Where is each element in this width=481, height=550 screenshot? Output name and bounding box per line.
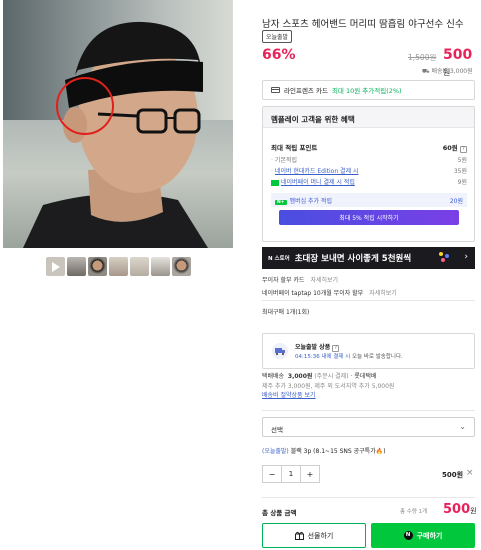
banner-text: 초대장 보내면 사이좋게 5천원씩: [294, 254, 412, 264]
gift-button[interactable]: 선물하기: [262, 523, 366, 548]
selected-option: (오늘출발) 블랙 3p (8.1~15 SNS 공구특가🔥): [262, 446, 386, 455]
delivery-fee: 3,000원: [287, 373, 313, 380]
benefit-header: 멤플레이 고객을 위한 혜택: [263, 107, 474, 128]
help-icon[interactable]: ?: [460, 146, 467, 153]
option-prefix: (오늘출발): [262, 448, 289, 455]
card-benefit-text: 라인프렌즈 카드: [284, 87, 328, 95]
chevron-down-icon: ⌄: [459, 422, 466, 431]
membership-value: 20원: [449, 197, 463, 205]
store-invite-banner[interactable]: N 스토어 초대장 보내면 사이좋게 5천원씩 ›: [262, 247, 475, 269]
nstore-logo: N 스토어: [268, 256, 290, 262]
option-select-value: 선택: [271, 426, 283, 434]
delivery-label: 택배배송: [262, 373, 285, 380]
benefit-row: 네이버페이 머니 결제 시 적립 9원: [271, 177, 467, 186]
model-illustration: [23, 21, 208, 248]
installment-card-row: 무이자 할부 카드 자세히보기: [262, 275, 338, 284]
option-suffix: ): [383, 448, 386, 455]
product-main-image[interactable]: [3, 0, 233, 248]
today-ship-box: 오늘출발 상품 ? 04:15:36 내에 결제 시 오늘 바로 발송합니다.: [262, 333, 475, 369]
today-ship-desc: 04:15:36 내에 결제 시 오늘 바로 발송합니다.: [295, 354, 403, 360]
thumbnail-image[interactable]: [151, 257, 170, 276]
gift-label: 선물하기: [307, 531, 334, 540]
quantity-input[interactable]: 1: [281, 466, 301, 482]
benefit-row-value: 5원: [457, 157, 467, 164]
naverpay-n-icon: N: [403, 531, 413, 540]
membership-tag: N+: [275, 199, 287, 205]
card-benefit-highlight: 최대 10원 추가적립(2%): [331, 87, 402, 95]
more-link[interactable]: 자세히보기: [369, 290, 397, 297]
thumbnail-image[interactable]: [67, 257, 86, 276]
quantity-minus-button[interactable]: −: [263, 470, 281, 479]
delivery-extra: 제주 추가 3,000원, 제주 외 도서지역 추가 5,000원: [262, 382, 395, 390]
membership-label: 멤버십 추가 적립: [289, 197, 333, 205]
delivery-info: 택배배송 3,000원 (주문시 결제) · 롯데택배 제주 추가 3,000원…: [262, 373, 395, 401]
truck-icon: [272, 343, 288, 359]
card-benefit-bar[interactable]: 라인프렌즈 카드 최대 10원 추가적립(2%): [262, 80, 475, 100]
buy-button[interactable]: N 구매하기: [371, 523, 475, 548]
thumbnail-image[interactable]: [109, 257, 128, 276]
product-title: 남자 스포츠 헤어밴드 머리띠 땀흡림 야구선수 신수: [262, 19, 464, 30]
info-label: 무이자 할부 카드: [262, 277, 305, 284]
play-icon: [52, 262, 60, 272]
info-label: 네이버페이 taptap 10개월 무이자 할부: [262, 290, 364, 297]
option-row-price: 500원: [442, 471, 464, 479]
naverpay-icon: [271, 179, 279, 186]
max-points-label: 최대 적립 포인트: [271, 144, 318, 152]
thumbnail-image[interactable]: [130, 257, 149, 276]
divider: [262, 497, 475, 498]
buy-label: 구매하기: [416, 531, 443, 540]
option-select[interactable]: 선택 ⌄: [262, 417, 475, 437]
taptap-installment-row: 네이버페이 taptap 10개월 무이자 할부 자세히보기: [262, 288, 397, 297]
gift-icon: [294, 531, 304, 540]
thumbnail-video[interactable]: [46, 257, 65, 276]
benefit-row: · 기본적립 5원: [271, 157, 467, 164]
delivery-method: (주문시 결제): [314, 373, 349, 380]
today-ship-title: 오늘출발 상품 ?: [295, 342, 340, 352]
more-link[interactable]: 자세히보기: [310, 277, 338, 284]
thumbnail-image[interactable]: [88, 257, 107, 276]
max-purchase-row: 최대구매 1개(1회): [262, 307, 309, 316]
shipping-fee: ⛟ 배송비 3,000원: [422, 68, 473, 75]
original-price: 1,500원: [408, 53, 437, 62]
credit-card-icon: [271, 87, 280, 93]
info-label: 최대구매 1개(1회): [262, 309, 310, 316]
confetti-icon: [439, 252, 449, 262]
total-count: 총 수량 1개: [400, 509, 428, 515]
membership-row: N+ 멤버십 추가 적립 20원: [271, 193, 467, 207]
discount-rate: 66%: [262, 47, 296, 63]
product-info-panel: 남자 스포츠 헤어밴드 머리띠 땀흡림 야구선수 신수 오늘출발 66% 1,5…: [262, 0, 477, 550]
total-price: 500원: [443, 502, 477, 517]
remove-option-icon[interactable]: ×: [466, 468, 474, 478]
today-ship-badge: 오늘출발: [262, 30, 293, 43]
option-name: 블랙 3p (8.1~15 SNS 공구특가: [290, 448, 376, 455]
delivery-carrier: 롯데택배: [354, 373, 377, 380]
total-label: 총 상품 금액: [262, 509, 297, 517]
divider: [262, 300, 475, 301]
divider: [262, 410, 475, 411]
help-icon[interactable]: ?: [332, 345, 340, 352]
thumbnail-strip: [46, 257, 191, 276]
save-shipping-link[interactable]: 배송비 절약상품 보기: [262, 391, 394, 401]
max-points-value: 60원 ?: [443, 142, 467, 153]
benefit-row-link[interactable]: 네이버페이 머니 결제 시 적립: [281, 179, 355, 186]
thumbnail-image[interactable]: [172, 257, 191, 276]
quantity-plus-button[interactable]: +: [301, 470, 319, 479]
benefit-row: · 네이버 현대카드 Edition 결제 시 35원: [271, 168, 467, 175]
benefit-row-link[interactable]: 네이버 현대카드 Edition 결제 시: [275, 168, 359, 175]
benefit-row-label: 기본적립: [274, 157, 298, 164]
benefit-box: 멤플레이 고객을 위한 혜택 최대 적립 포인트 60원 ? · 기본적립 5원 …: [262, 106, 475, 242]
quantity-stepper: − 1 +: [262, 465, 320, 483]
chevron-right-icon: ›: [464, 252, 468, 262]
benefit-row-value: 35원: [453, 168, 467, 175]
membership-start-button[interactable]: 최대 5% 적립 시작하기: [279, 210, 459, 225]
max-points-row: 최대 적립 포인트 60원 ?: [271, 142, 467, 153]
benefit-row-value: 9원: [457, 179, 467, 186]
